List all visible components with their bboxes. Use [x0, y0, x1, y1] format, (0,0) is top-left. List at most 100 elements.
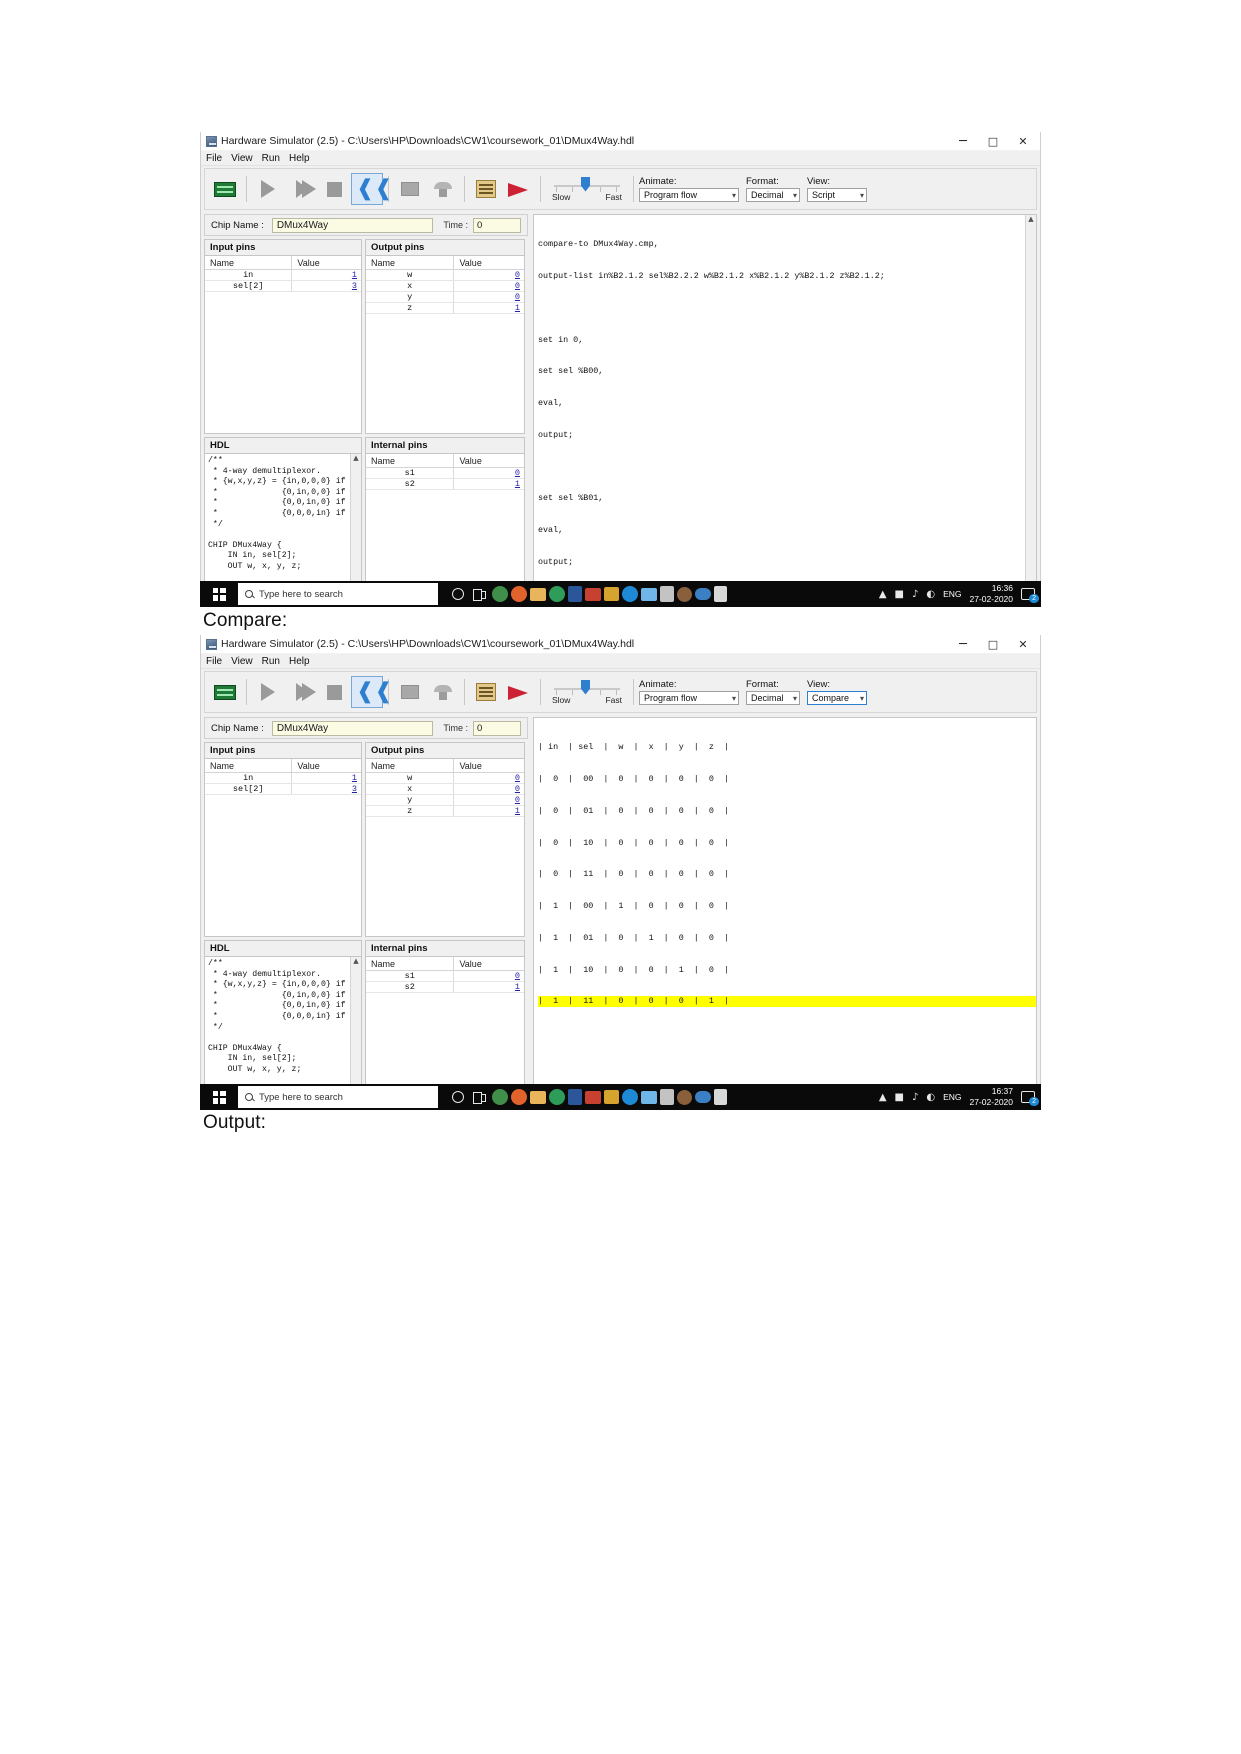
file-explorer-icon[interactable]	[530, 587, 546, 601]
menu-view[interactable]: View	[231, 153, 253, 164]
windows-start-icon[interactable]	[200, 1084, 238, 1110]
menu-view[interactable]: View	[231, 656, 253, 667]
stop-button[interactable]	[318, 676, 350, 708]
browser-globe-icon[interactable]	[549, 1089, 565, 1105]
browser-globe-icon[interactable]	[549, 586, 565, 602]
load-chip-button[interactable]	[209, 173, 241, 205]
windows-start-icon[interactable]	[200, 581, 238, 607]
scroll-up-icon[interactable]: ▲	[353, 455, 358, 462]
speed-slider[interactable]: Slow Fast	[552, 176, 622, 202]
task-view-icon[interactable]	[470, 1088, 489, 1107]
load-script-button[interactable]	[470, 173, 502, 205]
scroll-up-icon[interactable]: ▲	[1028, 216, 1033, 223]
sublime-icon[interactable]	[604, 587, 619, 601]
onedrive-icon[interactable]	[695, 1091, 711, 1103]
run-button[interactable]	[285, 676, 317, 708]
chip-name-input[interactable]: DMux4Way	[271, 720, 434, 736]
view-select[interactable]: Compare ▾	[807, 691, 867, 705]
tray-chevron-icon[interactable]: ▲	[879, 589, 887, 600]
minimize-button[interactable]: ─	[948, 132, 978, 151]
photos-icon[interactable]	[641, 587, 657, 601]
word-icon[interactable]	[568, 586, 582, 602]
table-row[interactable]: w 0	[366, 270, 524, 281]
script-text[interactable]: compare-to DMux4Way.cmp, output-list in%…	[534, 215, 1025, 606]
pin-value[interactable]: 3	[292, 784, 361, 794]
view-select[interactable]: Script ▾	[807, 188, 867, 202]
time-input[interactable]: 0	[473, 217, 521, 233]
help-flag-button[interactable]	[503, 173, 535, 205]
menu-file[interactable]: File	[206, 153, 222, 164]
menu-file[interactable]: File	[206, 656, 222, 667]
table-row[interactable]: w 0	[366, 773, 524, 784]
tray-chevron-icon[interactable]: ▲	[879, 1092, 887, 1103]
menu-help[interactable]: Help	[289, 153, 310, 164]
script-step-button[interactable]	[394, 173, 426, 205]
table-row[interactable]: s1 0	[366, 971, 524, 982]
edge-icon[interactable]	[622, 586, 638, 602]
script-step-button[interactable]	[394, 676, 426, 708]
cortana-circle-icon[interactable]	[448, 585, 467, 604]
volume-icon[interactable]: ♪	[912, 1092, 918, 1103]
language-indicator[interactable]: ENG	[943, 1092, 961, 1102]
file-explorer-icon[interactable]	[530, 1090, 546, 1104]
table-row[interactable]: z 1	[366, 303, 524, 314]
firefox-icon[interactable]	[511, 586, 527, 602]
menu-help[interactable]: Help	[289, 656, 310, 667]
sublime-icon[interactable]	[604, 1090, 619, 1104]
time-input[interactable]: 0	[473, 720, 521, 736]
search-input[interactable]: Type here to search	[238, 1086, 438, 1108]
chrome-icon[interactable]	[492, 1089, 508, 1105]
table-row[interactable]: x 0	[366, 281, 524, 292]
edge-icon[interactable]	[622, 1089, 638, 1105]
script-scrollbar[interactable]: ▲ ▼	[1025, 215, 1036, 606]
animate-select[interactable]: Program flow ▾	[639, 188, 739, 202]
table-row[interactable]: z 1	[366, 806, 524, 817]
cortana-circle-icon[interactable]	[448, 1088, 467, 1107]
task-view-icon[interactable]	[470, 585, 489, 604]
media-icon[interactable]	[585, 587, 601, 601]
scroll-up-icon[interactable]: ▲	[353, 958, 358, 965]
excel-icon[interactable]	[660, 1089, 674, 1105]
table-row[interactable]: x 0	[366, 784, 524, 795]
pin-value[interactable]: 3	[292, 281, 361, 291]
maximize-button[interactable]: □	[978, 132, 1008, 151]
table-row[interactable]: sel[2] 3	[205, 281, 361, 292]
menu-run[interactable]: Run	[262, 656, 280, 667]
table-row[interactable]: y 0	[366, 795, 524, 806]
speed-slider-thumb[interactable]	[581, 176, 590, 192]
animate-select[interactable]: Program flow ▾	[639, 691, 739, 705]
table-row[interactable]: s1 0	[366, 468, 524, 479]
chip-name-input[interactable]: DMux4Way	[271, 217, 434, 233]
excel-icon[interactable]	[660, 586, 674, 602]
load-script-button[interactable]	[470, 676, 502, 708]
speed-slider-track[interactable]	[554, 176, 620, 193]
table-row[interactable]: s2 1	[366, 479, 524, 490]
speed-slider-thumb[interactable]	[581, 679, 590, 695]
language-indicator[interactable]: ENG	[943, 589, 961, 599]
pin-value[interactable]: 1	[292, 270, 361, 280]
speed-slider-track[interactable]	[554, 679, 620, 696]
minimize-button[interactable]: ─	[948, 635, 978, 654]
word-icon[interactable]	[568, 1089, 582, 1105]
run-button[interactable]	[285, 173, 317, 205]
stop-button[interactable]	[318, 173, 350, 205]
menu-run[interactable]: Run	[262, 153, 280, 164]
network-icon[interactable]: ◐	[926, 1092, 935, 1103]
onedrive-icon[interactable]	[695, 588, 711, 600]
settings-icon[interactable]	[677, 586, 692, 602]
notifications-icon[interactable]: 2	[1021, 588, 1039, 603]
notepad-icon[interactable]	[714, 586, 727, 602]
battery-icon[interactable]: ■	[895, 1092, 904, 1103]
speed-slider[interactable]: Slow Fast	[552, 679, 622, 705]
table-row[interactable]: in 1	[205, 270, 361, 281]
single-step-button[interactable]	[252, 676, 284, 708]
network-icon[interactable]: ◐	[926, 589, 935, 600]
breakpoints-button[interactable]	[427, 676, 459, 708]
load-chip-button[interactable]	[209, 676, 241, 708]
notifications-icon[interactable]: 2	[1021, 1091, 1039, 1106]
photos-icon[interactable]	[641, 1090, 657, 1104]
pin-value[interactable]: 1	[292, 773, 361, 783]
table-row[interactable]: s2 1	[366, 982, 524, 993]
breakpoints-button[interactable]	[427, 173, 459, 205]
table-row[interactable]: in 1	[205, 773, 361, 784]
